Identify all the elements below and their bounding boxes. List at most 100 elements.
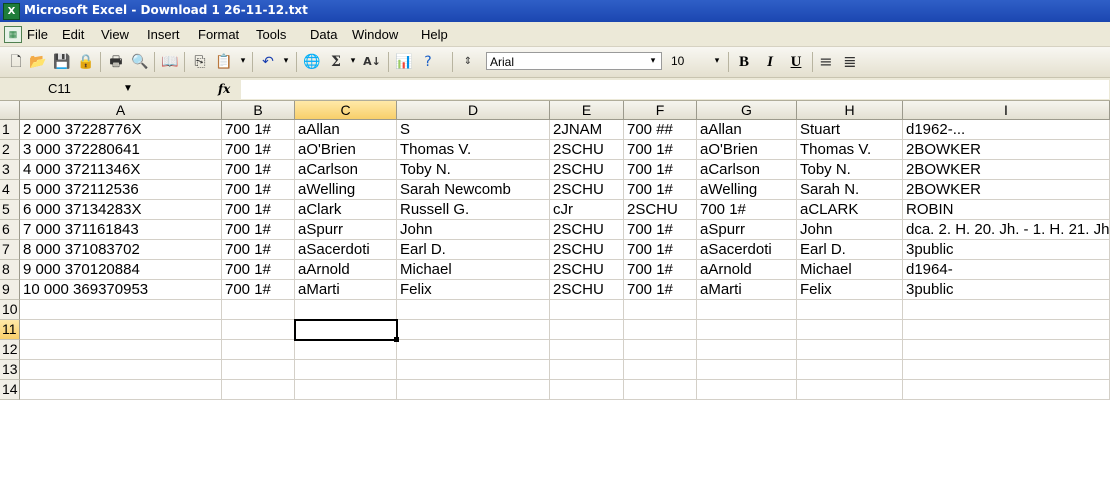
row-header-9[interactable]: 9: [0, 280, 20, 300]
fill-handle[interactable]: [394, 337, 399, 342]
cell-g10[interactable]: [697, 300, 797, 320]
copy-icon[interactable]: ⎘: [190, 52, 210, 72]
cell-i9[interactable]: 3public: [903, 280, 1110, 300]
cell-c5[interactable]: aClark: [295, 200, 397, 220]
menu-tools[interactable]: Tools: [256, 27, 286, 42]
column-header-i[interactable]: I: [903, 101, 1110, 120]
cell-g3[interactable]: aCarlson: [697, 160, 797, 180]
row-header-6[interactable]: 6: [0, 220, 20, 240]
cell-e7[interactable]: 2SCHU: [550, 240, 624, 260]
new-icon[interactable]: 🗋: [6, 52, 26, 72]
chart-wizard-icon[interactable]: 📊: [394, 52, 414, 72]
cell-e4[interactable]: 2SCHU: [550, 180, 624, 200]
cell-h1[interactable]: Stuart: [797, 120, 903, 140]
cell-c1[interactable]: aAllan: [295, 120, 397, 140]
open-icon[interactable]: 📂: [28, 52, 48, 72]
cell-d8[interactable]: Michael: [397, 260, 550, 280]
cell-i7[interactable]: 3public: [903, 240, 1110, 260]
cell-f4[interactable]: 700 1#: [624, 180, 697, 200]
cell-g9[interactable]: aMarti: [697, 280, 797, 300]
name-box-dropdown-icon[interactable]: ▼: [123, 80, 133, 98]
cell-i12[interactable]: [903, 340, 1110, 360]
cell-a12[interactable]: [20, 340, 222, 360]
cell-d1[interactable]: S: [397, 120, 550, 140]
cell-d11[interactable]: [397, 320, 550, 340]
cell-h6[interactable]: John: [797, 220, 903, 240]
cell-d13[interactable]: [397, 360, 550, 380]
cell-d9[interactable]: Felix: [397, 280, 550, 300]
row-header-8[interactable]: 8: [0, 260, 20, 280]
cell-i13[interactable]: [903, 360, 1110, 380]
cell-h5[interactable]: aCLARK: [797, 200, 903, 220]
cell-a5[interactable]: 6 000 37134283X: [20, 200, 222, 220]
cell-b7[interactable]: 700 1#: [222, 240, 295, 260]
column-header-f[interactable]: F: [624, 101, 697, 120]
italic-button[interactable]: I: [759, 52, 781, 72]
cell-e9[interactable]: 2SCHU: [550, 280, 624, 300]
cell-g4[interactable]: aWelling: [697, 180, 797, 200]
cell-e1[interactable]: 2JNAM: [550, 120, 624, 140]
menu-help[interactable]: Help: [421, 27, 448, 42]
cell-h4[interactable]: Sarah N.: [797, 180, 903, 200]
column-header-d[interactable]: D: [397, 101, 550, 120]
row-header-5[interactable]: 5: [0, 200, 20, 220]
cell-i6[interactable]: dca. 2. H. 20. Jh. - 1. H. 21. Jh.: [903, 220, 1110, 240]
cell-b12[interactable]: [222, 340, 295, 360]
cell-a14[interactable]: [20, 380, 222, 400]
cell-e6[interactable]: 2SCHU: [550, 220, 624, 240]
cell-f5[interactable]: 2SCHU: [624, 200, 697, 220]
cell-c10[interactable]: [295, 300, 397, 320]
row-header-2[interactable]: 2: [0, 140, 20, 160]
workbook-icon[interactable]: ▦: [4, 26, 22, 43]
font-name-select[interactable]: Arial: [486, 52, 662, 70]
cell-h13[interactable]: [797, 360, 903, 380]
cell-c8[interactable]: aArnold: [295, 260, 397, 280]
cell-b1[interactable]: 700 1#: [222, 120, 295, 140]
cell-a10[interactable]: [20, 300, 222, 320]
cell-g8[interactable]: aArnold: [697, 260, 797, 280]
cell-g5[interactable]: 700 1#: [697, 200, 797, 220]
cell-e13[interactable]: [550, 360, 624, 380]
cell-f11[interactable]: [624, 320, 697, 340]
help-icon[interactable]: ?: [418, 52, 438, 72]
cell-f7[interactable]: 700 1#: [624, 240, 697, 260]
cell-f14[interactable]: [624, 380, 697, 400]
cell-d4[interactable]: Sarah Newcomb: [397, 180, 550, 200]
cell-d12[interactable]: [397, 340, 550, 360]
menu-insert[interactable]: Insert: [147, 27, 180, 42]
cell-b14[interactable]: [222, 380, 295, 400]
underline-button[interactable]: U: [785, 52, 807, 72]
cell-g11[interactable]: [697, 320, 797, 340]
menu-edit[interactable]: Edit: [62, 27, 84, 42]
cell-f8[interactable]: 700 1#: [624, 260, 697, 280]
cell-b11[interactable]: [222, 320, 295, 340]
cell-d14[interactable]: [397, 380, 550, 400]
save-icon[interactable]: 💾: [52, 52, 72, 72]
cell-f10[interactable]: [624, 300, 697, 320]
autosum-dropdown-icon[interactable]: ▾: [346, 52, 360, 70]
undo-dropdown-icon[interactable]: ▾: [279, 52, 293, 70]
font-size-select[interactable]: 10: [668, 52, 708, 70]
sort-ascending-icon[interactable]: A↓: [362, 52, 382, 72]
undo-icon[interactable]: ↶: [258, 52, 278, 72]
cell-c13[interactable]: [295, 360, 397, 380]
cell-f3[interactable]: 700 1#: [624, 160, 697, 180]
cell-i14[interactable]: [903, 380, 1110, 400]
paste-icon[interactable]: 📋: [214, 52, 234, 72]
cell-a7[interactable]: 8 000 371083702: [20, 240, 222, 260]
column-header-g[interactable]: G: [697, 101, 797, 120]
row-header-10[interactable]: 10: [0, 300, 20, 320]
cell-h7[interactable]: Earl D.: [797, 240, 903, 260]
research-icon[interactable]: 📖: [160, 52, 180, 72]
cell-c14[interactable]: [295, 380, 397, 400]
cell-i2[interactable]: 2BOWKER: [903, 140, 1110, 160]
row-header-14[interactable]: 14: [0, 380, 20, 400]
cell-b10[interactable]: [222, 300, 295, 320]
cell-b5[interactable]: 700 1#: [222, 200, 295, 220]
menu-data[interactable]: Data: [310, 27, 337, 42]
cell-a4[interactable]: 5 000 372112536: [20, 180, 222, 200]
select-all-corner[interactable]: [0, 101, 20, 120]
cell-a3[interactable]: 4 000 37211346X: [20, 160, 222, 180]
menu-file[interactable]: File: [27, 27, 48, 42]
menu-window[interactable]: Window: [352, 27, 398, 42]
